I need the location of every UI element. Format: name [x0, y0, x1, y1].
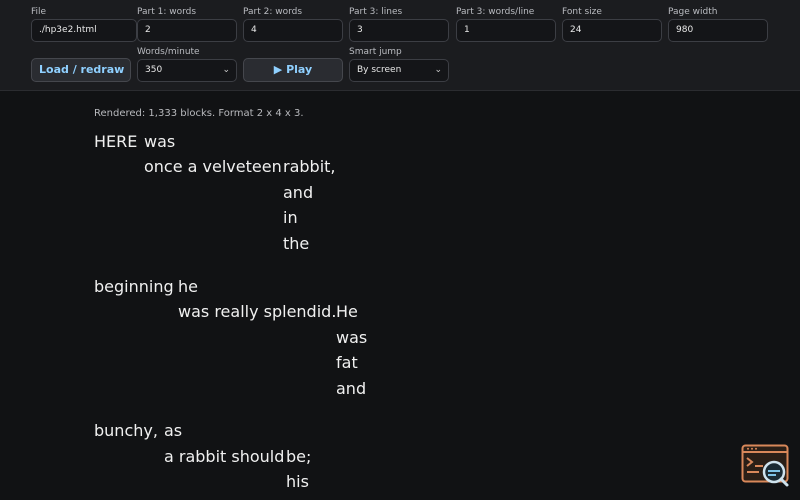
- word: was: [336, 328, 368, 347]
- word: in: [283, 208, 298, 227]
- word: fat: [336, 353, 358, 372]
- word: bunchy,: [94, 421, 158, 440]
- word: as: [164, 421, 183, 440]
- terminal-search-icon-graphic: [741, 444, 789, 487]
- phrase: was really splendid.: [178, 302, 337, 321]
- word: beginning: [94, 277, 174, 296]
- phrase: a rabbit should: [164, 447, 285, 466]
- word: and: [283, 183, 314, 202]
- word: the: [283, 234, 310, 253]
- word: HERE: [94, 132, 138, 151]
- word: his: [286, 472, 309, 491]
- word: rabbit,: [283, 157, 336, 176]
- word: he: [178, 277, 198, 296]
- word: was: [144, 132, 176, 151]
- terminal-search-icon[interactable]: [741, 444, 791, 488]
- reader-area: HERE was once a velveteen rabbit, and in…: [0, 0, 800, 500]
- word: be;: [286, 447, 312, 466]
- word: He: [336, 302, 358, 321]
- word: and: [336, 379, 367, 398]
- phrase: once a velveteen: [144, 157, 282, 176]
